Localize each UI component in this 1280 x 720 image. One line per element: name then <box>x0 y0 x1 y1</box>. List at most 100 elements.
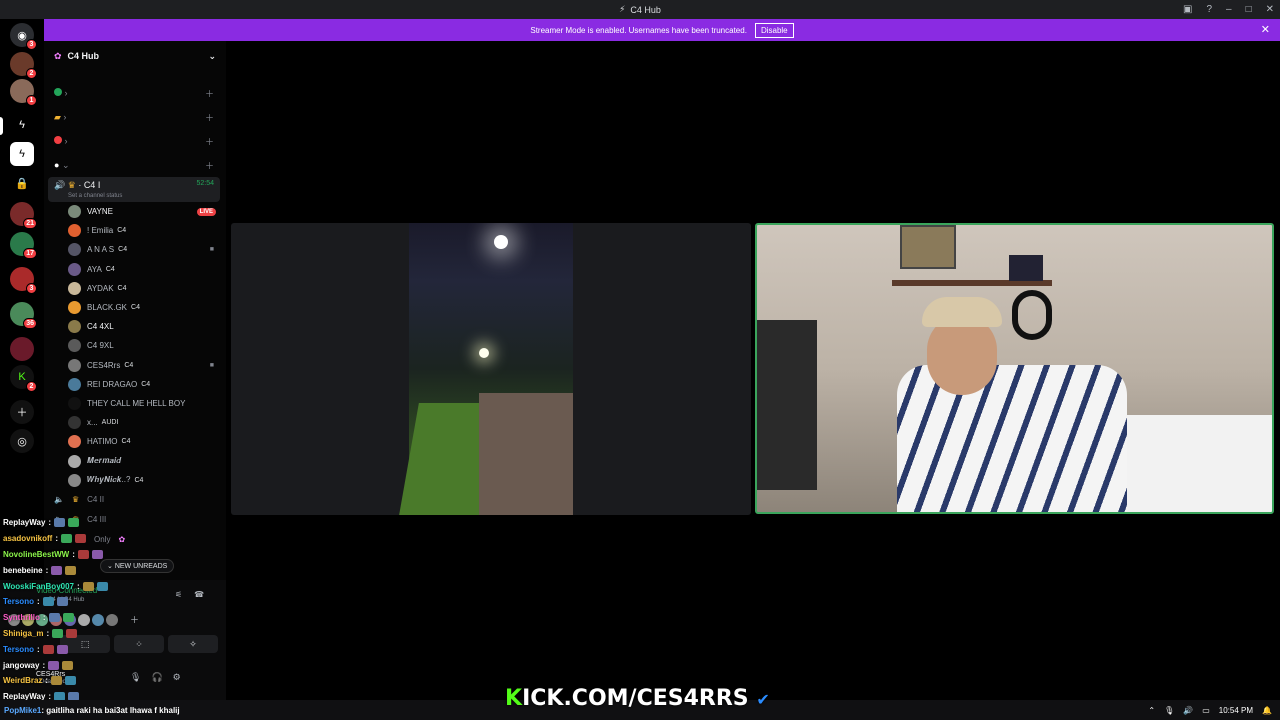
voice-channel-c4-ii[interactable]: 🔈 ♛ C4 II <box>44 490 226 510</box>
discover-icon[interactable]: ◎ <box>10 429 34 453</box>
server-badge: 2 <box>26 68 37 79</box>
direct-messages-icon[interactable]: ◉ 3 <box>10 23 37 50</box>
server-icon[interactable]: 36 <box>10 302 37 329</box>
server-icon[interactable]: 3 <box>10 267 37 294</box>
member-name: A N A S <box>87 245 115 255</box>
add-channel-icon[interactable]: ＋ <box>205 159 214 172</box>
voice-member[interactable]: CES4Rrs C4 ■ <box>44 356 226 375</box>
webcam-tile[interactable] <box>755 223 1274 514</box>
add-server-icon[interactable]: ＋ <box>10 400 34 424</box>
add-channel-icon[interactable]: ＋ <box>205 87 214 100</box>
emote-icon <box>54 518 66 528</box>
chat-colon: : <box>42 613 46 623</box>
green-dot-icon <box>54 88 62 96</box>
emote-icon <box>75 534 87 544</box>
emote-icon <box>62 660 74 670</box>
clock[interactable]: 10:54 PM <box>1219 706 1253 715</box>
speaker-icon: 🔊 <box>54 180 66 190</box>
chat-line: benebeine: <box>3 562 203 578</box>
voice-member[interactable]: AYDAK C4 <box>44 279 226 298</box>
close-banner-icon[interactable]: ✕ <box>1261 23 1270 36</box>
member-name: HATIMO <box>87 437 118 447</box>
chat-username: Synthrillo <box>3 613 40 623</box>
disable-streamer-mode-button[interactable]: Disable <box>754 22 794 38</box>
help-icon[interactable]: ? <box>1206 4 1212 15</box>
server-badge: 17 <box>23 248 37 259</box>
add-channel-icon[interactable]: ＋ <box>205 135 214 148</box>
voice-member[interactable]: C4 9XL <box>44 336 226 355</box>
category-3[interactable]: › ＋ <box>44 129 226 153</box>
kick-url-text: ICK.COM/CES4RRS <box>522 686 749 711</box>
emote-icon <box>48 660 60 670</box>
add-channel-icon[interactable]: ＋ <box>205 111 214 124</box>
crown-icon: ♛ <box>71 495 80 505</box>
dm-badge: 3 <box>26 39 37 50</box>
voice-member[interactable]: HATIMO C4 <box>44 432 226 451</box>
voice-member[interactable]: REI DRAGAO C4 <box>44 375 226 394</box>
category-2[interactable]: ▰ › ＋ <box>44 105 226 129</box>
emote-icon <box>51 565 63 575</box>
emote-icon <box>42 597 54 607</box>
server-icon[interactable]: 21 <box>10 202 37 229</box>
kick-server-icon[interactable]: K2 <box>10 365 37 392</box>
voice-member[interactable]: x... AUDI <box>44 413 226 432</box>
voice-member[interactable]: AYA C4 <box>44 260 226 279</box>
chat-username: asadovnikoff <box>3 534 53 544</box>
c4-hub-server-icon[interactable]: ϟ <box>10 113 34 137</box>
voice-member[interactable]: THEY CALL ME HELL BOY <box>44 394 226 413</box>
channel-status[interactable]: Set a channel status <box>54 193 214 199</box>
mic-tray-icon[interactable]: 🎙 <box>1164 706 1174 715</box>
chat-message: gaitliha raki ha bai3at lhawa f khalij <box>46 705 180 715</box>
category-4[interactable]: ● ⌄ ＋ <box>44 153 226 177</box>
server-header[interactable]: ✿ C4 Hub ⌄ <box>44 41 226 71</box>
screen-share-tile[interactable] <box>231 223 751 515</box>
verified-badge-icon: ✔ <box>756 690 770 709</box>
kick-k: K <box>505 686 523 711</box>
voice-member[interactable]: 𝑴𝒆𝒓𝒎𝒂𝒊𝒅 <box>44 451 226 470</box>
server-icon[interactable] <box>10 337 34 361</box>
notification-icon[interactable]: 🔔 <box>1262 706 1272 715</box>
c4-server-icon[interactable]: ϟ <box>10 142 34 166</box>
voice-member[interactable]: ! Emilia C4 <box>44 221 226 240</box>
network-icon[interactable]: ▭ <box>1202 706 1210 715</box>
chat-line: Tersono: <box>3 641 203 657</box>
speech-bubble-icon: ● <box>54 159 60 170</box>
server-flower-icon: ✿ <box>54 50 62 61</box>
chat-line: WeirdBraz: <box>3 673 203 689</box>
voice-member[interactable]: BLACK.GK C4 <box>44 298 226 317</box>
inbox-icon[interactable]: ▣ <box>1183 4 1192 15</box>
server-icon[interactable]: 1 <box>10 79 37 106</box>
chevron-up-icon[interactable]: ⌃ <box>1148 706 1155 715</box>
server-icon[interactable]: 17 <box>10 232 37 259</box>
server-tag: C4 <box>141 380 151 388</box>
volume-icon[interactable]: 🔊 <box>1183 706 1193 715</box>
minimize-button[interactable]: – <box>1226 4 1232 15</box>
avatar <box>68 435 81 449</box>
voice-channel-active[interactable]: 🔊 ♛ · C4 I 52:54 Set a channel status <box>48 177 220 202</box>
member-name: CES4Rrs <box>87 360 121 370</box>
server-icon[interactable]: 2 <box>10 52 37 79</box>
maximize-button[interactable]: □ <box>1246 4 1252 15</box>
avatar <box>68 396 81 410</box>
category-1[interactable]: › ＋ <box>44 81 226 105</box>
title-bar: ⚡ C4 Hub ▣ ? – □ ✕ <box>0 0 1280 19</box>
close-window-button[interactable]: ✕ <box>1266 4 1274 15</box>
channel-name: C4 II <box>87 495 105 505</box>
lock-icon[interactable]: 🔒 <box>10 171 34 195</box>
voice-member[interactable]: 𝑾𝒉𝒚𝑵𝒊𝒄𝒌..? C4 <box>44 471 226 490</box>
chat-username: Tersono <box>3 597 34 607</box>
server-tag: C4 <box>124 361 134 369</box>
voice-member[interactable]: C4 4XL <box>44 317 226 336</box>
avatar <box>68 358 81 372</box>
voice-member[interactable]: A N A S C4 ■ <box>44 240 226 259</box>
server-badge: 3 <box>26 283 37 294</box>
chat-colon: : <box>36 597 40 607</box>
avatar <box>68 473 81 487</box>
chat-username: WooskiFanBoy007 <box>3 581 74 591</box>
server-tag: C4 <box>134 476 144 484</box>
chevron-down-icon[interactable]: ⌄ <box>208 51 216 62</box>
member-name: BLACK.GK <box>87 303 128 313</box>
member-name: AYA <box>87 264 102 274</box>
chat-colon: : <box>48 518 52 528</box>
voice-member[interactable]: VAYNE LIVE <box>44 202 226 221</box>
